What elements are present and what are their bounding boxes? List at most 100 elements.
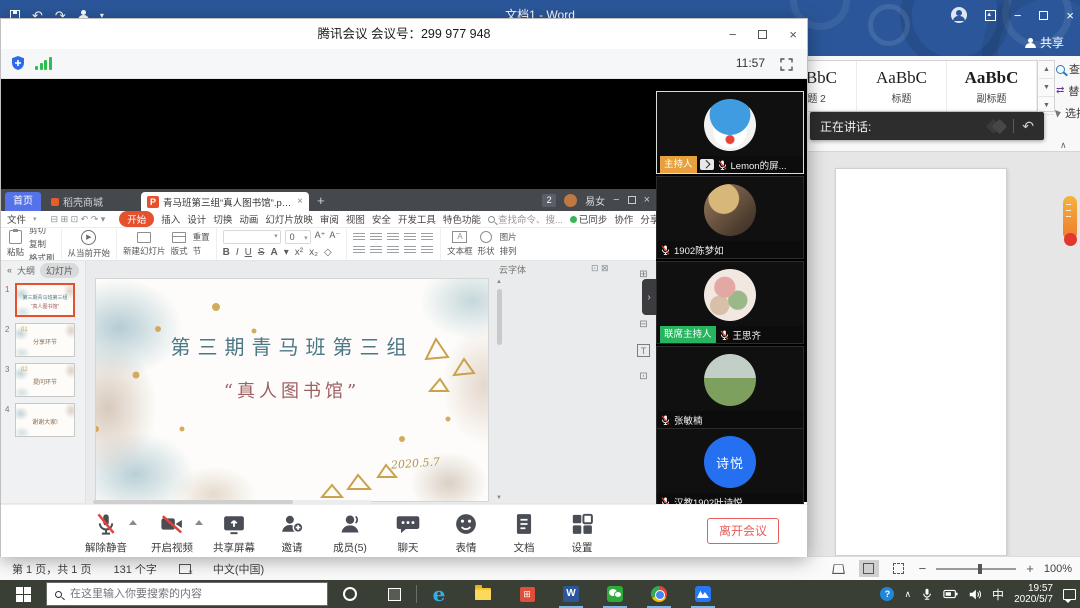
mic-options-icon[interactable] bbox=[129, 520, 137, 525]
search-input[interactable] bbox=[70, 588, 290, 600]
zoom-slider-thumb[interactable] bbox=[978, 564, 982, 574]
share-button[interactable]: 共享 bbox=[1025, 34, 1064, 51]
slide-thumbnail-1[interactable]: 1 第三期青马班第三组 “真人图书馆” bbox=[15, 283, 81, 317]
chat-button[interactable]: 聊天 bbox=[379, 512, 437, 555]
network-signal-icon[interactable] bbox=[35, 57, 52, 70]
volume-tray-icon[interactable] bbox=[968, 588, 982, 601]
paste-button[interactable]: 粘贴 bbox=[7, 230, 24, 258]
wps-tab-view[interactable]: 视图 bbox=[346, 212, 365, 226]
share-screen-button[interactable]: 共享屏幕 bbox=[205, 512, 263, 555]
meeting-minimize-icon[interactable]: − bbox=[729, 28, 737, 41]
taskbar-chrome[interactable] bbox=[637, 580, 681, 608]
wps-close-icon[interactable]: × bbox=[644, 195, 650, 206]
leave-meeting-button[interactable]: 离开会议 bbox=[707, 518, 779, 544]
account-avatar[interactable] bbox=[951, 7, 967, 23]
wps-command-search[interactable]: 查找命令、搜... bbox=[488, 212, 563, 226]
picture-button[interactable]: 图片 bbox=[500, 231, 517, 243]
page-indicator[interactable]: 第 1 页，共 1 页 bbox=[12, 561, 91, 577]
taskbar-edge[interactable]: e bbox=[417, 580, 461, 608]
emoji-button[interactable]: 表情 bbox=[437, 512, 495, 555]
start-button[interactable] bbox=[0, 580, 46, 608]
wps-tab-transition[interactable]: 切换 bbox=[213, 212, 232, 226]
slide-thumbnail-4[interactable]: 4 谢谢大家! bbox=[15, 403, 81, 437]
slide-area-icons[interactable]: ⊡ ⊠ bbox=[591, 263, 609, 274]
invite-button[interactable]: 邀请 bbox=[263, 512, 321, 555]
new-slide-button[interactable]: 新建幻灯片 bbox=[123, 232, 166, 257]
help-tray-icon[interactable]: ? bbox=[880, 587, 894, 601]
web-layout-icon[interactable] bbox=[889, 560, 909, 577]
ime-indicator[interactable]: 中 bbox=[992, 586, 1004, 603]
meeting-maximize-icon[interactable] bbox=[758, 30, 767, 39]
cut-button[interactable]: 剪切 bbox=[29, 228, 46, 236]
current-slide[interactable]: 第三期青马班第三组 “真人图书馆” 2020.5.7 bbox=[96, 279, 488, 501]
replace-button[interactable]: ⇄ 替换 bbox=[1056, 80, 1080, 102]
language-indicator[interactable]: 中文(中国) bbox=[213, 561, 264, 577]
word-count[interactable]: 131 个字 bbox=[113, 561, 156, 577]
play-from-current-button[interactable]: ▶从当前开始 bbox=[68, 230, 111, 259]
unmute-button[interactable]: 解除静音 bbox=[73, 512, 139, 555]
wps-user-name[interactable]: 易女 bbox=[585, 193, 605, 208]
fullscreen-icon[interactable] bbox=[780, 58, 793, 71]
collapse-ribbon-icon[interactable]: ∧ bbox=[1060, 140, 1067, 151]
wps-tab-security[interactable]: 安全 bbox=[372, 212, 391, 226]
taskbar-wechat[interactable] bbox=[593, 580, 637, 608]
participant-tile-cohost[interactable]: 联席主持人 王思齐 bbox=[656, 261, 804, 344]
message-count-badge[interactable]: 2 bbox=[542, 194, 556, 207]
participant-tile[interactable]: 1902陈梦如 bbox=[656, 176, 804, 259]
wps-tab-design[interactable]: 设计 bbox=[187, 212, 206, 226]
proofing-icon[interactable] bbox=[179, 564, 191, 574]
zoom-slider[interactable] bbox=[936, 568, 1016, 570]
outline-tab[interactable]: 大纲 bbox=[17, 264, 35, 277]
wps-home-tab[interactable]: 首页 bbox=[5, 192, 41, 211]
tab-close-icon[interactable]: × bbox=[297, 196, 303, 207]
zoom-in-icon[interactable]: + bbox=[1026, 561, 1034, 576]
wps-file-menu[interactable]: 文件 bbox=[7, 212, 26, 226]
format-painter-button[interactable]: 格式刷 bbox=[29, 252, 55, 261]
battery-tray-icon[interactable] bbox=[943, 588, 958, 600]
word-restore-icon[interactable] bbox=[1039, 11, 1048, 20]
participant-tile-host[interactable]: 主持人 Lemon的屏... bbox=[656, 91, 804, 174]
textbox-button[interactable]: A文本框 bbox=[447, 231, 473, 257]
scrollbar-thumb[interactable] bbox=[497, 289, 502, 345]
docs-button[interactable]: 文档 bbox=[495, 512, 553, 555]
style-title[interactable]: AaBbC 标题 bbox=[857, 61, 947, 111]
wps-user-avatar[interactable] bbox=[564, 194, 577, 207]
copy-button[interactable]: 复制 bbox=[29, 238, 46, 250]
styles-scroll-down-icon[interactable]: ▼ bbox=[1039, 79, 1054, 97]
style-subtitle[interactable]: AaBbC 副标题 bbox=[947, 61, 1037, 111]
start-video-button[interactable]: 开启视频 bbox=[139, 512, 205, 555]
slide-vertical-scrollbar[interactable]: ▲ ▼ bbox=[495, 279, 503, 501]
ribbon-display-options-icon[interactable] bbox=[985, 10, 996, 21]
taskbar-file-explorer[interactable] bbox=[461, 580, 505, 608]
styles-gallery-scroll[interactable]: ▲ ▼ ▼ bbox=[1039, 60, 1055, 112]
zoom-level[interactable]: 100% bbox=[1044, 563, 1072, 575]
reset-button[interactable]: 重置 bbox=[193, 231, 210, 243]
slide-thumbnail-2[interactable]: 2 01 分享环节 bbox=[15, 323, 81, 357]
participant-tile[interactable]: 张敏楠 bbox=[656, 346, 804, 429]
task-view-button[interactable] bbox=[372, 580, 416, 608]
cloud-font-label[interactable]: 云字体 bbox=[499, 263, 526, 276]
collapse-panel-icon[interactable]: « bbox=[7, 265, 12, 275]
styles-scroll-up-icon[interactable]: ▲ bbox=[1039, 61, 1054, 79]
wps-collab-button[interactable]: 协作 bbox=[614, 212, 633, 226]
members-button[interactable]: 成员(5) bbox=[321, 512, 379, 555]
scroll-down-icon[interactable]: ▼ bbox=[495, 495, 503, 501]
read-mode-icon[interactable] bbox=[829, 560, 849, 577]
panel-collapse-handle[interactable]: › bbox=[642, 279, 656, 315]
wps-restore-icon[interactable] bbox=[628, 196, 636, 204]
wps-tab-slideshow[interactable]: 幻灯片放映 bbox=[265, 212, 313, 226]
select-button[interactable]: 选择 ▾ bbox=[1056, 102, 1080, 124]
word-minimize-icon[interactable]: − bbox=[1014, 9, 1022, 22]
thermometer-floating-widget[interactable] bbox=[1063, 196, 1077, 240]
word-document-page[interactable] bbox=[835, 168, 1007, 556]
font-family-select[interactable] bbox=[223, 230, 281, 244]
taskbar-clock[interactable]: 19:57 2020/5/7 bbox=[1014, 583, 1053, 605]
section-button[interactable]: 节 bbox=[193, 245, 202, 257]
meeting-close-icon[interactable]: × bbox=[789, 28, 797, 41]
slides-tab[interactable]: 幻灯片 bbox=[40, 263, 79, 278]
taskbar-search-box[interactable] bbox=[46, 582, 328, 606]
wps-tab-review[interactable]: 审阅 bbox=[320, 212, 339, 226]
scroll-up-icon[interactable]: ▲ bbox=[495, 279, 503, 285]
action-center-icon[interactable] bbox=[1063, 589, 1076, 600]
paragraph-group[interactable] bbox=[347, 228, 441, 260]
